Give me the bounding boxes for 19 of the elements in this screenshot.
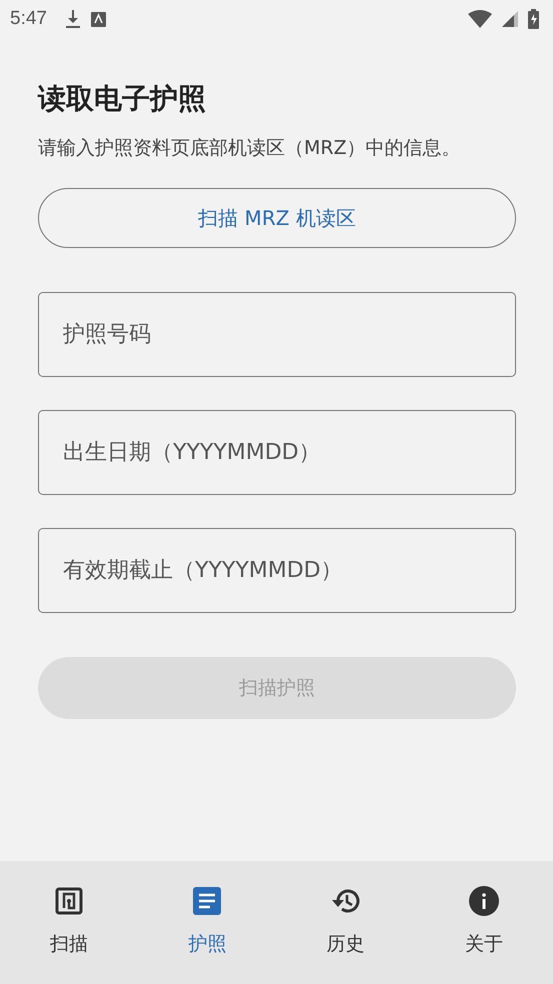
wifi-icon: [468, 10, 492, 28]
nav-tab[interactable]: 关于: [414, 885, 553, 957]
signal-icon: [502, 11, 518, 27]
scan-mrz-button[interactable]: 扫描 MRZ 机读区: [38, 188, 516, 248]
battery-icon: [528, 9, 539, 29]
download-icon: [64, 10, 81, 28]
nav-tab[interactable]: 扫描: [0, 885, 138, 957]
info-icon: [468, 885, 500, 917]
instruction-text: 请输入护照资料页底部机读区（MRZ）中的信息。: [38, 136, 461, 161]
input-field[interactable]: 护照号码: [38, 292, 516, 377]
nav-tab[interactable]: 护照: [138, 885, 276, 957]
page-title: 读取电子护照: [38, 81, 206, 117]
keyboard-icon: [90, 12, 106, 26]
input-field[interactable]: 出生日期（YYYYMMDD）: [38, 410, 516, 495]
status-time: 5:47: [10, 8, 47, 30]
nav-tab[interactable]: 历史: [276, 885, 415, 957]
input-field[interactable]: 有效期截止（YYYYMMDD）: [38, 528, 516, 613]
document-icon: [191, 885, 224, 917]
nfc-icon: [53, 885, 86, 917]
